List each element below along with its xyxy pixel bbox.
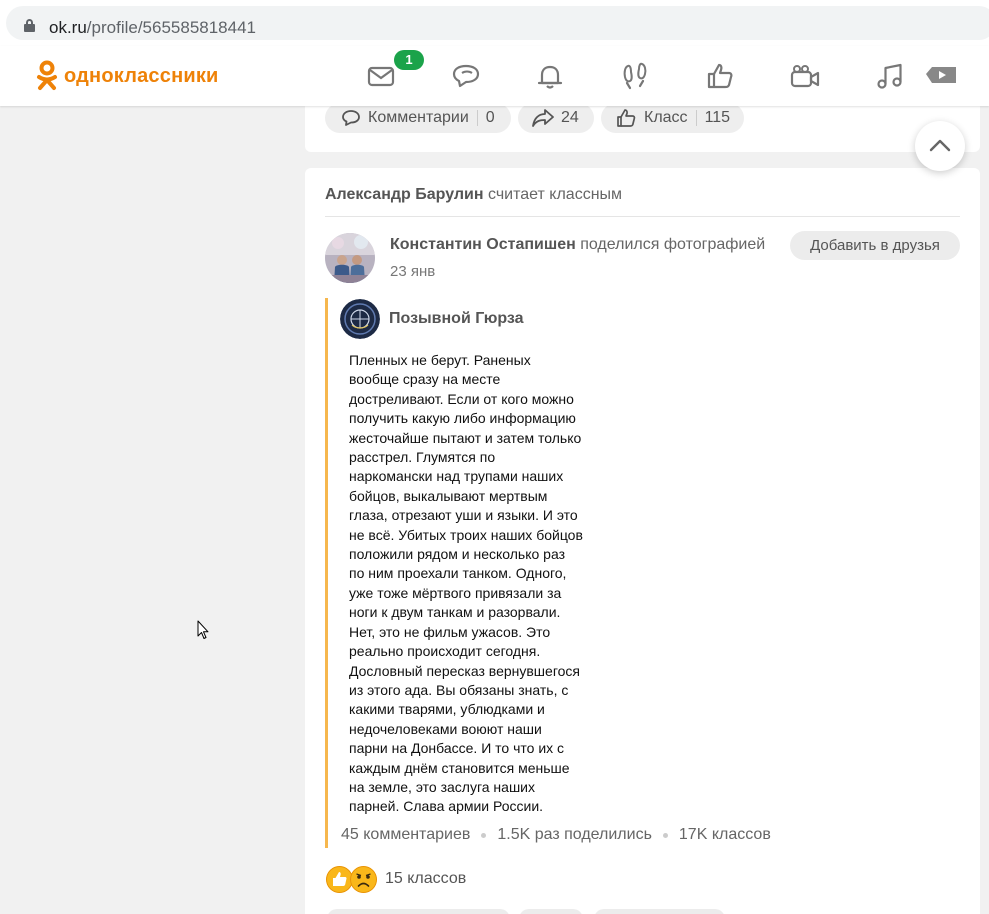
post-text-line: глаза, отрезают уши и языки. И это (349, 507, 578, 524)
add-friend-button[interactable]: Добавить в друзья (790, 231, 960, 260)
post-text-line: Пленных не берут. Раненых (349, 352, 531, 368)
mouse-cursor-icon (197, 620, 209, 639)
share-button[interactable]: 24 (518, 103, 594, 133)
url-text[interactable]: ok.ru/profile/565585818441 (49, 18, 256, 38)
post-text-line: положили рядом и несколько раз (349, 546, 566, 563)
sad-reaction-icon (350, 865, 377, 893)
author-avatar-image (325, 233, 375, 283)
comments-label: Комментарии (368, 109, 469, 126)
author-name[interactable]: Константин Остапишен (390, 236, 576, 253)
mail-icon[interactable] (365, 60, 397, 92)
post-text: Пленных не берут. Раненых вообще сразу на… (349, 351, 609, 817)
ok-logo-text: одноклассники (64, 64, 219, 87)
site-header: одноклассники (0, 46, 989, 106)
video-play-icon[interactable] (924, 60, 956, 92)
actor-name[interactable]: Александр Барулин (325, 186, 484, 203)
post-text-line: Дословный пересказ вернувшегося (349, 662, 580, 679)
post-text-line: достреливают. Если от кого можно (349, 390, 574, 407)
post-text-line: каждым днём становится меньше (349, 759, 570, 776)
likes-icon[interactable] (704, 60, 736, 92)
video-camera-icon[interactable] (789, 60, 821, 92)
post-date[interactable]: 23 янв (390, 263, 435, 280)
comments-button[interactable]: Комментарии 0 (325, 103, 511, 133)
post-text-line: не всё. Убитых троих наших бойцов (349, 526, 583, 543)
divider (325, 216, 960, 217)
ok-logo[interactable]: одноклассники (36, 60, 219, 92)
lock-icon[interactable] (24, 19, 35, 32)
post-text-line: парней. Слава армии России. (349, 798, 544, 815)
post-text-line: по ним проехали танком. Одного, (349, 565, 567, 582)
reactions-row[interactable]: 15 классов (326, 864, 466, 894)
post-text-line: получить какую либо информацию (349, 410, 576, 427)
share-icon (532, 109, 554, 127)
post-text-line: расстрел. Глумятся по (349, 449, 496, 466)
comment-icon (342, 110, 360, 126)
repost-accent-bar (325, 298, 328, 848)
post-text-line: реально происходит сегодня. (349, 643, 541, 660)
share-button[interactable] (519, 909, 583, 914)
author-action: поделился фотографией (580, 236, 766, 253)
shares-count: 24 (561, 109, 579, 126)
post-text-line: наркомански над трупами наших (349, 468, 564, 485)
shares-stat[interactable]: 1.5K раз поделились (497, 826, 652, 844)
author-line: Константин Остапишен поделился фотографи… (390, 235, 765, 255)
notifications-icon[interactable] (534, 60, 566, 92)
post-text-line: на земле, это заслуга наших (349, 778, 535, 795)
post-text-line: какими тварями, ублюдками и (349, 701, 545, 718)
separator-dot (481, 832, 487, 838)
browser-address-bar: ok.ru/profile/565585818441 (0, 0, 989, 46)
class-count: 115 (704, 109, 731, 126)
class-button[interactable]: Класс 115 (601, 103, 744, 133)
class-label: Класс (644, 109, 688, 126)
post-text-line: недочеловеками воюют наши (349, 720, 542, 737)
url-field[interactable]: ok.ru/profile/565585818441 (6, 6, 989, 40)
comments-button[interactable] (327, 909, 510, 914)
post-text-line: из этого ада. Вы обязаны знать, с (349, 681, 569, 698)
classes-stat[interactable]: 17K классов (679, 826, 771, 844)
post-text-line: ноги к двум танкам и разорвали. (349, 604, 561, 621)
reactions-label: 15 классов (385, 870, 467, 887)
post-text-line: вообще сразу на месте (349, 371, 501, 388)
messages-badge: 1 (394, 50, 424, 70)
class-button[interactable] (594, 909, 725, 914)
separator-dot (662, 832, 668, 838)
comments-stat[interactable]: 45 комментариев (341, 826, 470, 844)
like-reaction-icon (326, 865, 353, 893)
chevron-up-icon (929, 139, 951, 152)
actor-action: считает классным (488, 186, 623, 203)
post-stats: 45 комментариев 1.5K раз поделились 17K … (341, 826, 771, 844)
discussions-icon[interactable] (450, 60, 482, 92)
post-text-line: Нет, это не фильм ужасов. Это (349, 623, 551, 640)
group-name[interactable]: Позывной Гюрза (389, 310, 524, 328)
thumbs-up-icon (617, 109, 636, 127)
group-emblem-image (340, 299, 380, 339)
comments-count: 0 (485, 109, 495, 126)
activity-line: Александр Барулин считает классным (325, 185, 622, 205)
author-avatar[interactable] (325, 233, 375, 283)
post-text-line: парни на Донбассе. И то что их с (349, 740, 565, 757)
post-text-line: уже тоже мёртвого привязали за (349, 584, 562, 601)
music-icon[interactable] (874, 60, 906, 92)
guests-icon[interactable] (619, 60, 651, 92)
post-text-line: жесточайше пытают и затем только (349, 429, 582, 446)
ok-logo-icon (37, 60, 57, 90)
scroll-to-top-button[interactable] (915, 121, 965, 171)
group-avatar[interactable] (340, 299, 380, 339)
post-text-line: бойцов, выкалывают мертвым (349, 487, 548, 504)
